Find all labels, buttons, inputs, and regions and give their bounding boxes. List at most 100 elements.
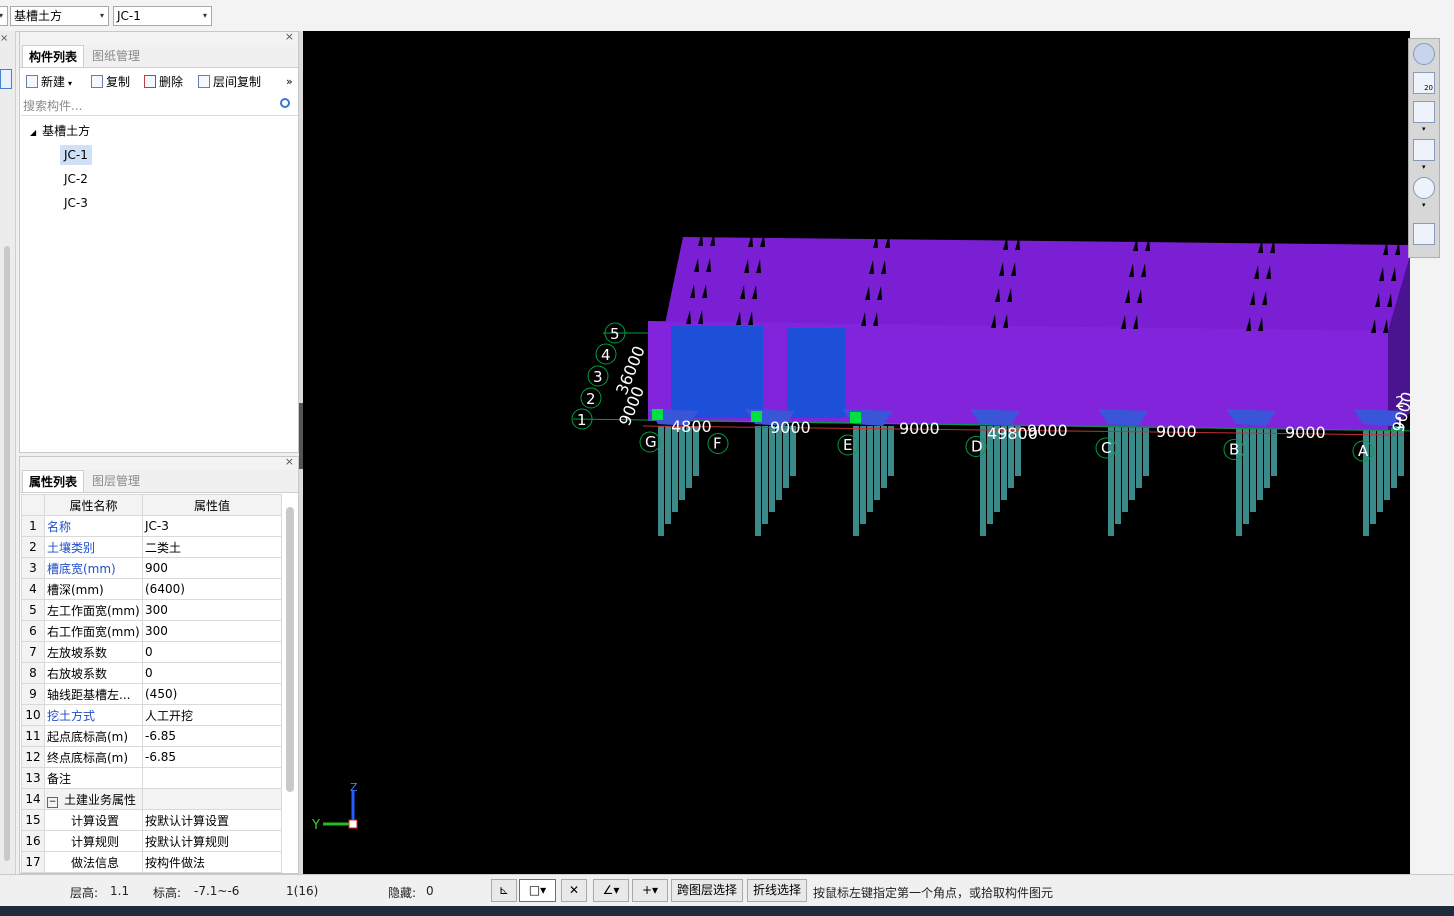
property-value[interactable]: (6400) (142, 578, 282, 600)
property-value[interactable]: 人工开挖 (142, 704, 282, 726)
selection-marker[interactable] (652, 409, 663, 420)
table-row[interactable]: 3 槽底宽(mm) 900 (21, 557, 282, 579)
panel-toggle-icon[interactable] (0, 69, 12, 89)
axis-letter: B (1229, 441, 1239, 459)
delete-icon (144, 75, 156, 88)
tab-property-list[interactable]: 属性列表 (22, 470, 85, 492)
dimension-label: 9000 (899, 419, 940, 438)
orbit-icon[interactable] (1413, 43, 1435, 65)
row-number: 6 (21, 620, 45, 642)
property-value[interactable]: 0 (142, 641, 282, 663)
property-value[interactable]: -6.85 (142, 746, 282, 768)
table-row[interactable]: 2 土壤类别 二类土 (21, 536, 282, 558)
property-value[interactable]: 按构件做法 (142, 851, 282, 873)
more-button[interactable]: » (286, 72, 293, 92)
tab-layer-manage[interactable]: 图层管理 (86, 470, 146, 492)
axis-bubble: 3 (587, 365, 609, 387)
table-row[interactable]: 13 备注 (21, 767, 282, 789)
table-row[interactable]: 5 左工作面宽(mm) 300 (21, 599, 282, 621)
pile (1370, 426, 1376, 524)
property-value[interactable]: 900 (142, 557, 282, 579)
table-row[interactable]: 9 轴线距基槽左... (450) (21, 683, 282, 705)
close-icon[interactable]: × (0, 33, 8, 44)
tree-root[interactable]: ◢ 基槽土方 (30, 121, 90, 141)
row-number: 1 (21, 515, 45, 537)
pile (672, 426, 678, 512)
3d-box-icon[interactable] (1413, 101, 1435, 123)
chevron-down-icon[interactable]: ▾ (1422, 125, 1426, 133)
search-input[interactable]: 搜索构件... (21, 96, 298, 116)
property-value[interactable]: JC-3 (142, 515, 282, 537)
cross-layer-select-button[interactable]: 跨图层选择 (671, 879, 743, 902)
chevron-down-icon[interactable]: ▾ (1422, 201, 1426, 209)
pile (874, 426, 880, 500)
element-select[interactable]: JC-1 ▾ (113, 6, 212, 26)
collapse-triangle-icon[interactable]: ◢ (30, 128, 36, 137)
floor-height-label: 层高: (70, 886, 99, 900)
scrollbar[interactable] (286, 507, 294, 792)
angle-button[interactable]: ∠▾ (593, 879, 629, 902)
property-value[interactable]: 二类土 (142, 536, 282, 558)
property-value[interactable] (142, 788, 282, 810)
table-row[interactable]: 11 起点底标高(m) -6.85 (21, 725, 282, 747)
layout-grid-icon[interactable] (1413, 223, 1435, 245)
tab-drawing-manage[interactable]: 图纸管理 (86, 45, 146, 67)
cube-view-icon[interactable] (1413, 139, 1435, 161)
polyline-select-button[interactable]: 折线选择 (747, 879, 807, 902)
pile (762, 426, 768, 524)
category-select[interactable]: 基槽土方 ▾ (10, 6, 109, 26)
table-row[interactable]: 4 槽深(mm) (6400) (21, 578, 282, 600)
new-button[interactable]: 新建 ▾ (26, 72, 72, 92)
gizmo-z-label: Z (350, 781, 358, 794)
selection-marker[interactable] (850, 412, 861, 423)
table-row[interactable]: 12 终点底标高(m) -6.85 (21, 746, 282, 768)
gizmo-origin (348, 819, 358, 829)
3d-scene[interactable]: GFEDCBA 5432121 4800 9000 9000 498009000 900… (303, 31, 1410, 874)
table-row[interactable]: 8 右放坡系数 0 (21, 662, 282, 684)
tree-item-jc-2[interactable]: JC-2 (64, 169, 88, 189)
collapse-icon[interactable]: − (47, 796, 58, 808)
table-row[interactable]: 1 名称 JC-3 (21, 515, 282, 537)
property-name-text: 做法信息 (71, 855, 120, 870)
ortho-button[interactable]: ⊾ (491, 879, 517, 902)
row-number: 7 (21, 641, 45, 663)
cross-icon-button[interactable]: ✕ (561, 879, 587, 902)
table-row[interactable]: 6 右工作面宽(mm) 300 (21, 620, 282, 642)
offset-button[interactable]: +▾ (632, 879, 668, 902)
table-row[interactable]: 14− 土建业务属性 (21, 788, 282, 810)
tree-item-jc-3[interactable]: JC-3 (64, 193, 88, 213)
property-value[interactable]: 按默认计算规则 (142, 830, 282, 852)
snap-select-button[interactable]: □▾ (519, 879, 556, 902)
close-icon[interactable]: × (285, 457, 294, 468)
table-row[interactable]: 15 计算设置 按默认计算设置 (21, 809, 282, 831)
2d-view-button[interactable]: 20 (1413, 72, 1435, 94)
axis-number: 3 (593, 368, 603, 386)
floor-copy-button[interactable]: 层间复制 (198, 72, 261, 92)
pile (1243, 426, 1249, 524)
property-value[interactable]: (450) (142, 683, 282, 705)
tree-item-jc-1[interactable]: JC-1 (60, 145, 92, 165)
property-value[interactable] (142, 767, 282, 789)
scrollbar[interactable] (4, 246, 10, 861)
rotate-icon[interactable] (1413, 177, 1435, 199)
property-value[interactable]: 0 (142, 662, 282, 684)
axis-number: 2 (586, 390, 596, 408)
tab-component-list[interactable]: 构件列表 (22, 45, 85, 67)
table-row[interactable]: 17 做法信息 按构件做法 (21, 851, 282, 873)
prev-dropdown[interactable]: ▾ (0, 6, 8, 26)
selection-marker[interactable] (751, 411, 762, 422)
property-value[interactable]: 300 (142, 599, 282, 621)
property-value[interactable]: 300 (142, 620, 282, 642)
copy-button[interactable]: 复制 (91, 72, 130, 92)
close-icon[interactable]: × (285, 30, 294, 43)
property-value[interactable]: 按默认计算设置 (142, 809, 282, 831)
search-icon[interactable] (280, 98, 290, 108)
table-row[interactable]: 16 计算规则 按默认计算规则 (21, 830, 282, 852)
delete-label: 删除 (159, 75, 184, 89)
property-value[interactable]: -6.85 (142, 725, 282, 747)
delete-button[interactable]: 删除 (144, 72, 183, 92)
3d-viewport[interactable]: GFEDCBA 5432121 4800 9000 9000 49800 9000 900… (303, 31, 1410, 874)
table-row[interactable]: 10 挖土方式 人工开挖 (21, 704, 282, 726)
chevron-down-icon[interactable]: ▾ (1422, 163, 1426, 171)
table-row[interactable]: 7 左放坡系数 0 (21, 641, 282, 663)
